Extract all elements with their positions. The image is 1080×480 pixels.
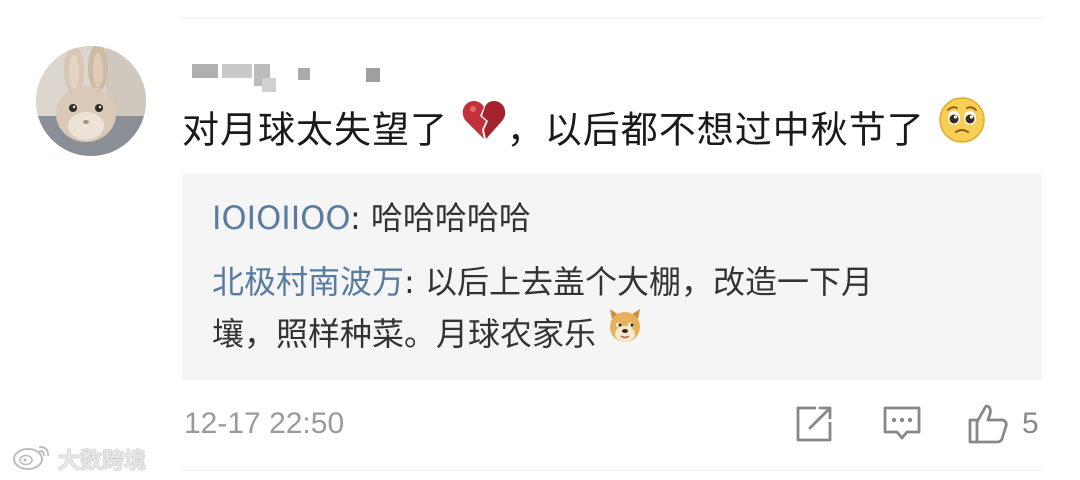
weibo-logo-icon [12,443,52,475]
comment-icon[interactable] [880,402,924,446]
username-redacted[interactable] [186,60,386,94]
pleading-face-icon [938,96,986,160]
reply-text-line2: 壤，照样种菜。月球农家乐 [212,315,597,353]
reply-item: 北极村南波万: 以后上去盖个大棚，改造一下月 [212,256,873,308]
reply-box[interactable]: IOIOIIOO: 哈哈哈哈哈 北极村南波万: 以后上去盖个大棚，改造一下月 壤… [182,174,1042,380]
broken-heart-icon [461,99,507,157]
watermark-text: 大数跨境 [58,449,147,474]
comment-text-part1: 对月球太失望了 [182,108,448,152]
comment-timestamp: 12-17 22:50 [184,407,345,440]
reply-item-continuation: 壤，照样种菜。月球农家乐 [212,308,644,363]
top-divider [182,18,1042,19]
reply-username[interactable]: 北极村南波万 [212,263,404,301]
comment-text-part2: 以后都不想过中秋节了 [544,108,925,152]
reply-item: IOIOIIOO: 哈哈哈哈哈 [212,192,531,244]
reply-separator: : [349,199,371,237]
watermark: 大数跨境 [12,444,146,474]
avatar[interactable] [36,46,146,156]
bottom-divider [182,470,1042,471]
rabbit-avatar-image [36,46,146,156]
reply-username[interactable]: IOIOIIOO [212,199,350,237]
like-icon[interactable] [966,402,1010,446]
doge-icon [606,307,644,360]
like-count: 5 [1022,407,1039,440]
comment-text: 对月球太失望了 ，以后都不想过中秋节了 [182,97,986,164]
reply-text: 哈哈哈哈哈 [370,199,531,237]
reply-separator: : [404,263,425,301]
share-icon[interactable] [792,402,836,446]
reply-text-line1: 以后上去盖个大棚，改造一下月 [424,263,873,301]
comment-separator: ， [506,108,545,152]
